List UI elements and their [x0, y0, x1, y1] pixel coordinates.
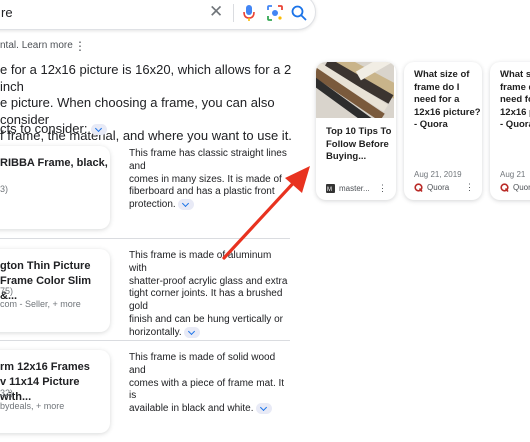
- product-sellers: com - Seller, + more: [0, 299, 81, 309]
- title-line: frame do I: [414, 81, 460, 93]
- products-heading: cts to consider:: [0, 121, 108, 136]
- desc-line: horizontally.: [129, 326, 182, 338]
- title-line: - Quora: [500, 119, 530, 130]
- chevron-down-icon[interactable]: [256, 403, 273, 415]
- quora-icon: [500, 183, 509, 192]
- search-input[interactable]: re: [1, 5, 13, 20]
- product-rating-count: 3): [0, 184, 9, 194]
- learn-more-link[interactable]: Learn more: [22, 40, 73, 51]
- product-card[interactable]: RIBBA Frame, black, 3): [0, 146, 110, 229]
- title-line: need fo: [500, 94, 530, 105]
- product-title[interactable]: gton Thin Picture Frame Color Slim &...: [0, 259, 108, 304]
- desc-line: available in black and white.: [129, 403, 254, 415]
- product-sellers: bydeals, + more: [0, 401, 65, 411]
- source-date: Aug 21: [500, 170, 526, 179]
- title-line: Top 10 Tips To: [326, 126, 392, 137]
- product-card[interactable]: rm 12x16 Frames v 11x14 Picture with... …: [0, 350, 110, 433]
- answer-line-1: e for a 12x16 picture is 16x20, which al…: [0, 62, 292, 94]
- source-title[interactable]: What si frame d need fo 12x16 p - Quora: [500, 69, 530, 132]
- product-rating-count: 32): [0, 388, 14, 398]
- notice-text: ntal.: [0, 40, 19, 51]
- desc-line: tight corner joints. It has a brushed go…: [129, 288, 283, 313]
- quora-icon: [414, 183, 423, 192]
- desc-line: This frame is made of aluminum with: [129, 250, 272, 274]
- source-card[interactable]: What si frame d need fo 12x16 p - Quora …: [490, 62, 530, 200]
- more-options-icon[interactable]: ⋮: [378, 183, 387, 194]
- product-description: This frame is made of solid wood and com…: [129, 352, 291, 416]
- more-options-icon[interactable]: ⋮: [74, 39, 86, 53]
- more-options-icon[interactable]: ⋮: [465, 182, 474, 193]
- title-line: Buying...: [326, 151, 367, 162]
- product-title-line: rm 12x16 Frames: [0, 361, 90, 373]
- source-name: Quora: [513, 183, 530, 192]
- source-date: Aug 21, 2019: [414, 170, 462, 179]
- product-title[interactable]: rm 12x16 Frames v 11x14 Picture with...: [0, 360, 108, 405]
- title-line: 12x16 picture?: [414, 106, 481, 118]
- title-line: 12x16 p: [500, 106, 530, 118]
- source-title[interactable]: Top 10 Tips To Follow Before Buying...: [326, 126, 394, 164]
- desc-line: This frame has classic straight lines an…: [129, 148, 287, 172]
- desc-line: shatter-proof acrylic glass and extra: [129, 275, 288, 287]
- title-line: Follow Before: [326, 138, 389, 150]
- source-card[interactable]: What size of frame do I need for a 12x16…: [404, 62, 482, 200]
- title-line: frame d: [500, 81, 530, 93]
- desc-line: comes in many sizes. It is made of: [129, 173, 282, 185]
- product-description: This frame has classic straight lines an…: [129, 148, 291, 212]
- desc-line: protection.: [129, 199, 176, 211]
- source-name: Quora: [427, 183, 450, 192]
- products-heading-text: cts to consider:: [0, 121, 88, 136]
- frames-thumbnail-image: [316, 62, 394, 118]
- divider: [0, 340, 290, 341]
- title-line: What si: [500, 69, 530, 80]
- chevron-down-icon[interactable]: [178, 199, 195, 211]
- chevron-down-icon[interactable]: [91, 124, 108, 136]
- product-card[interactable]: gton Thin Picture Frame Color Slim &... …: [0, 249, 110, 332]
- desc-line: finish and can be hung vertically or: [129, 313, 283, 325]
- title-line: - Quora: [414, 119, 448, 130]
- mic-icon[interactable]: [242, 4, 256, 22]
- chevron-down-icon[interactable]: [184, 326, 201, 338]
- desc-line: This frame is made of solid wood and: [129, 352, 276, 376]
- desc-line: fiberboard and has a plastic front: [129, 186, 275, 198]
- lens-icon[interactable]: [266, 4, 284, 22]
- title-line: need for a: [414, 94, 460, 105]
- product-description: This frame is made of aluminum with shat…: [129, 250, 291, 340]
- product-rating-count: 75): [0, 286, 14, 296]
- source-name: master...: [339, 184, 370, 193]
- title-line: What size of: [414, 69, 470, 80]
- divider: [0, 238, 290, 239]
- divider: [233, 4, 234, 22]
- source-card[interactable]: Top 10 Tips To Follow Before Buying... M…: [316, 62, 396, 200]
- search-bar[interactable]: re ✕: [0, 0, 316, 30]
- clear-icon[interactable]: ✕: [209, 2, 223, 22]
- product-title[interactable]: RIBBA Frame, black,: [0, 156, 108, 171]
- product-title-line: gton Thin Picture: [0, 260, 91, 272]
- svg-text:M: M: [327, 187, 332, 193]
- desc-line: comes with a piece of frame mat. It is: [129, 377, 285, 402]
- site-favicon-icon: M: [326, 184, 335, 193]
- ai-overview-notice: ntal. Learn more: [0, 40, 73, 51]
- source-title[interactable]: What size of frame do I need for a 12x16…: [414, 69, 482, 132]
- search-icon[interactable]: [290, 4, 308, 22]
